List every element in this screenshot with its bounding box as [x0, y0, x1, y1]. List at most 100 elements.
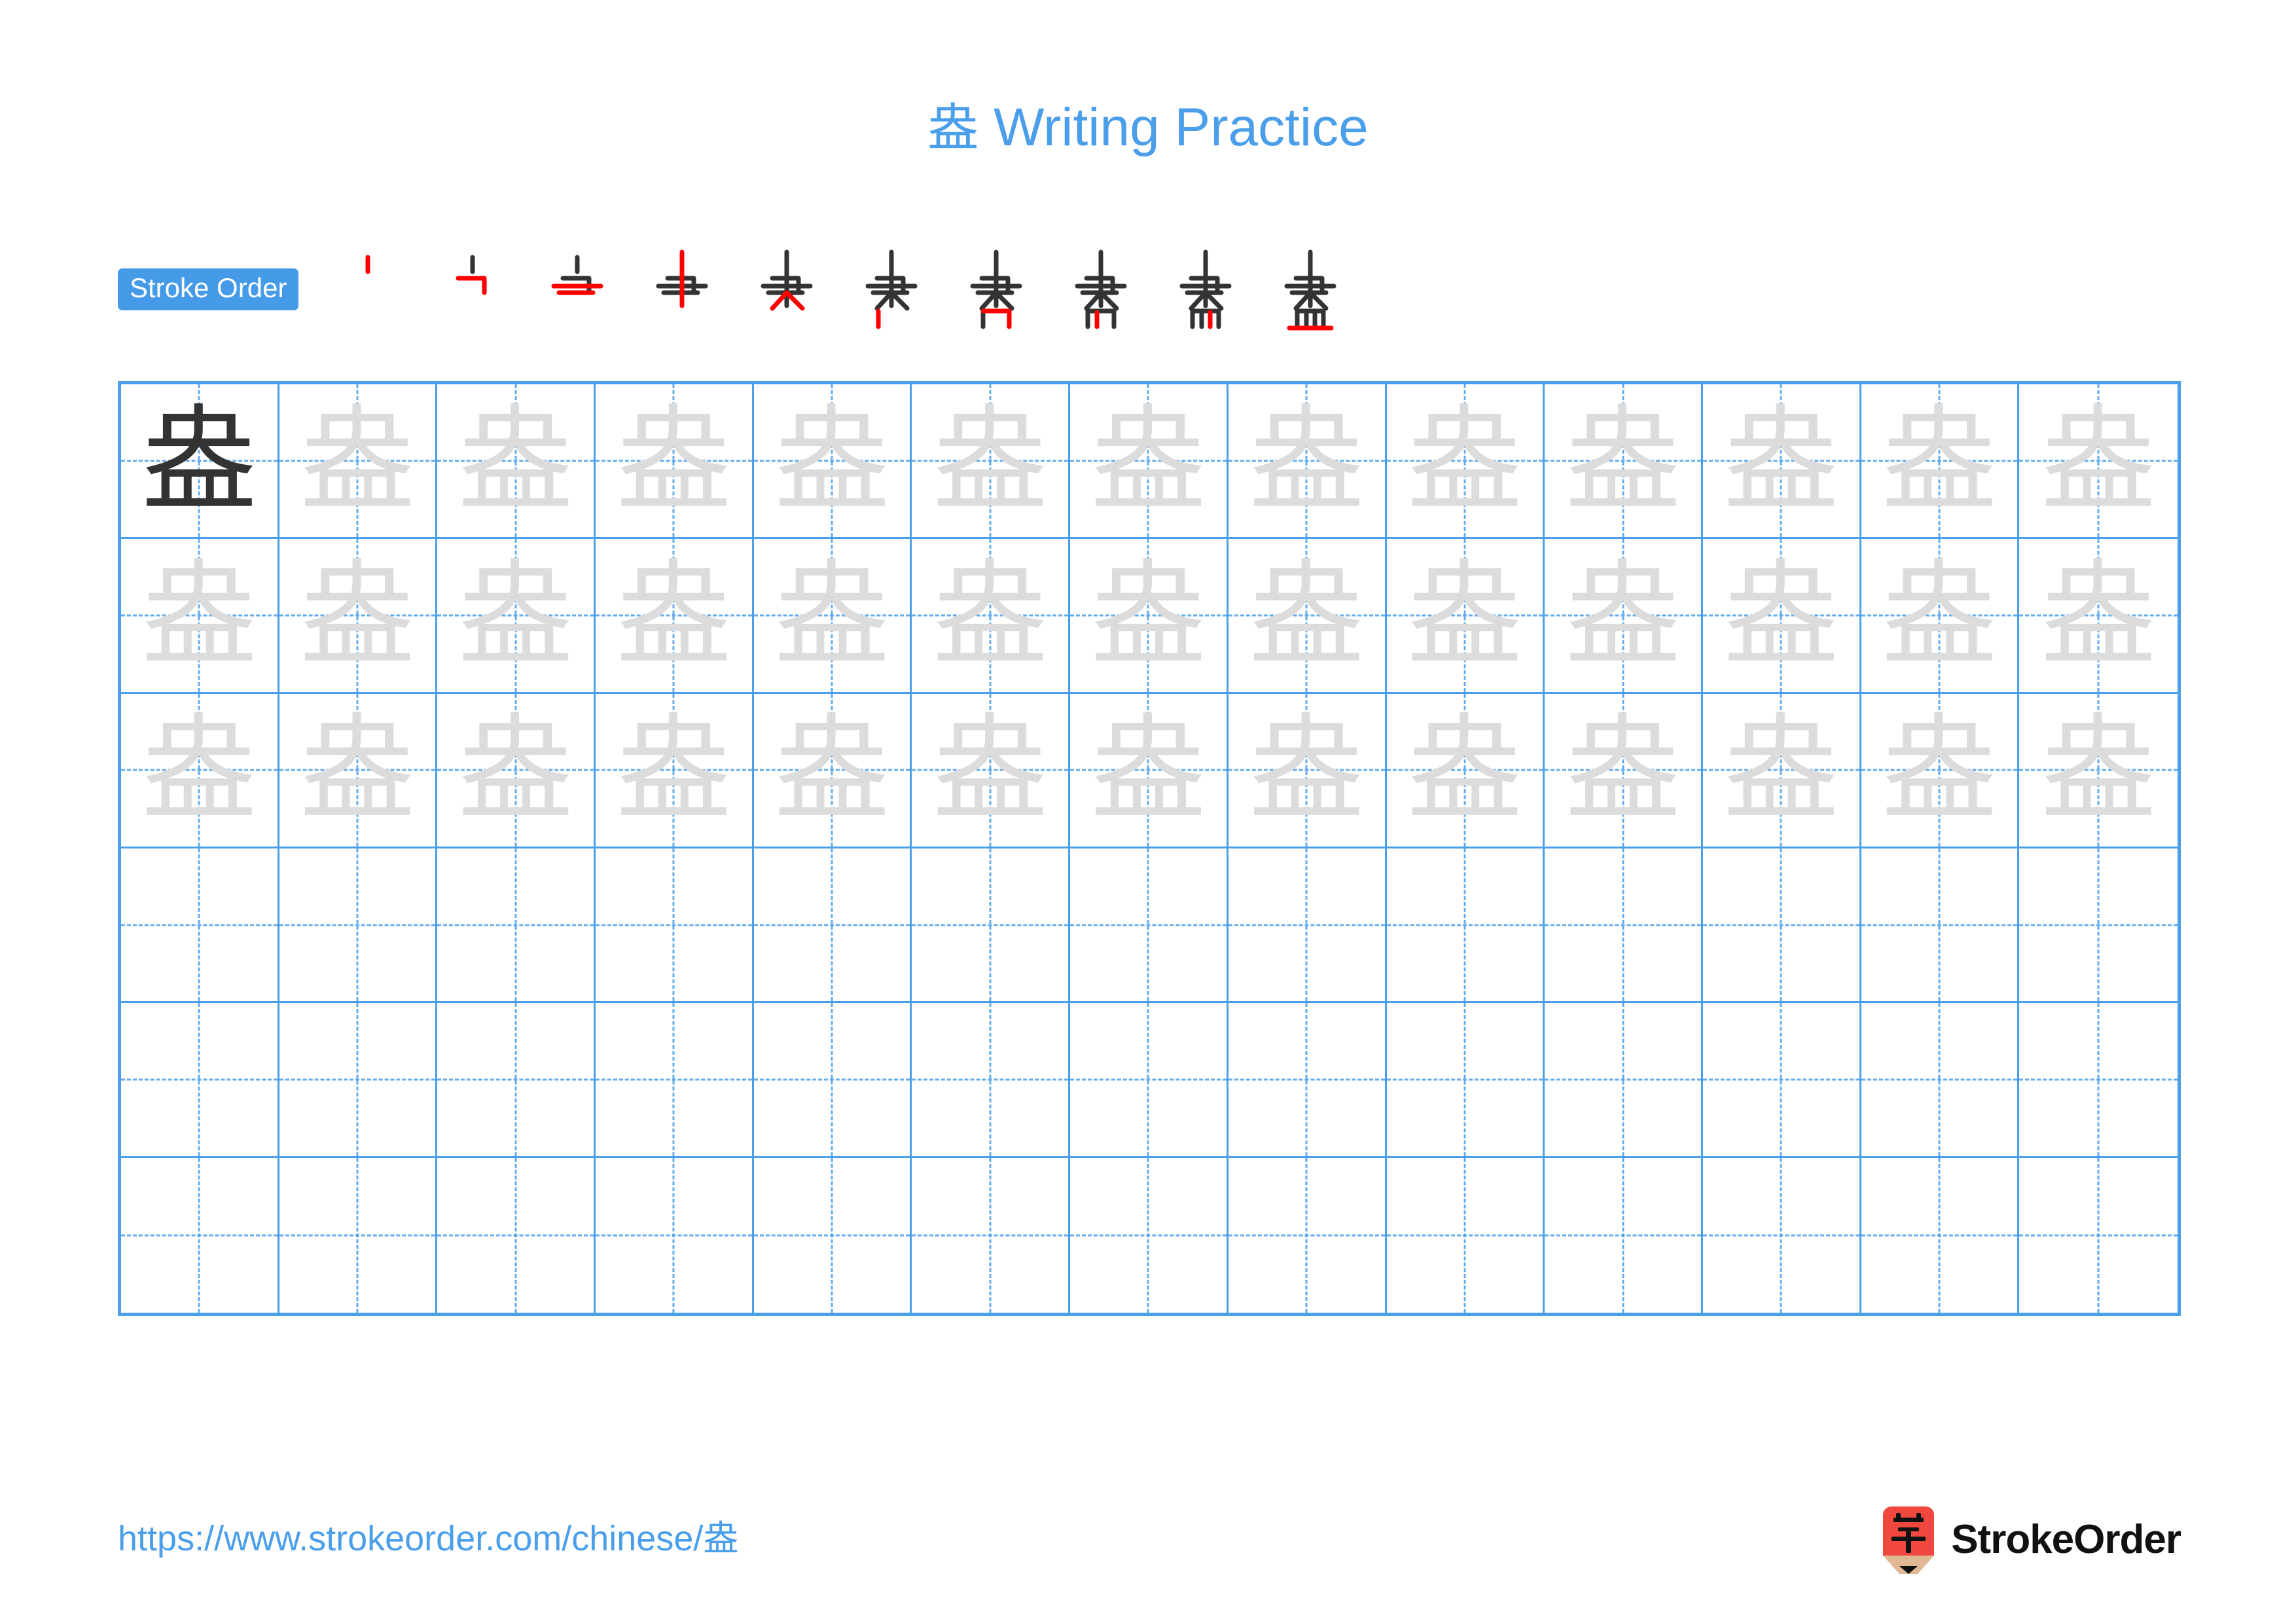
practice-cell-r2-c2[interactable]: 盎 — [279, 539, 438, 694]
trace-character: 盎 — [932, 547, 1048, 682]
practice-cell-r1-c9[interactable]: 盎 — [1386, 384, 1545, 539]
practice-cell-r6-c13[interactable] — [2019, 1158, 2178, 1313]
practice-cell-r2-c5[interactable]: 盎 — [753, 539, 912, 694]
practice-cell-r4-c6[interactable] — [912, 848, 1071, 1004]
trace-character: 盎 — [2041, 393, 2157, 528]
practice-cell-r1-c5[interactable]: 盎 — [753, 384, 912, 539]
practice-cell-r5-c6[interactable] — [912, 1003, 1071, 1158]
trace-character: 盎 — [1881, 393, 1997, 528]
practice-cell-r1-c3[interactable]: 盎 — [437, 384, 596, 539]
practice-cell-r5-c12[interactable] — [1861, 1003, 2020, 1158]
practice-cell-r2-c10[interactable]: 盎 — [1545, 539, 1703, 694]
practice-cell-r4-c1[interactable] — [121, 848, 279, 1004]
practice-cell-r3-c11[interactable]: 盎 — [1702, 693, 1861, 848]
practice-cell-r3-c5[interactable]: 盎 — [753, 693, 912, 848]
stroke-order-step-6 — [839, 243, 944, 341]
practice-cell-r5-c7[interactable] — [1070, 1003, 1229, 1158]
practice-cell-r1-c6[interactable]: 盎 — [912, 384, 1071, 539]
practice-cell-r5-c10[interactable] — [1545, 1003, 1703, 1158]
practice-cell-r2-c12[interactable]: 盎 — [1861, 539, 2020, 694]
trace-character: 盎 — [932, 393, 1048, 528]
practice-cell-r5-c11[interactable] — [1702, 1003, 1861, 1158]
practice-cell-r4-c12[interactable] — [1861, 848, 2020, 1004]
practice-cell-r2-c8[interactable]: 盎 — [1228, 539, 1387, 694]
practice-cell-r2-c7[interactable]: 盎 — [1070, 539, 1229, 694]
practice-cell-r4-c4[interactable] — [596, 848, 754, 1004]
practice-cell-r4-c5[interactable] — [753, 848, 912, 1004]
practice-cell-r6-c4[interactable] — [596, 1158, 754, 1313]
practice-cell-r5-c5[interactable] — [753, 1003, 912, 1158]
practice-cell-r5-c9[interactable] — [1386, 1003, 1545, 1158]
practice-cell-r2-c6[interactable]: 盎 — [912, 539, 1071, 694]
practice-cell-r4-c3[interactable] — [437, 848, 596, 1004]
stroke-order-step-3 — [525, 243, 630, 341]
trace-character: 盎 — [141, 702, 257, 837]
stroke-order-step-10 — [1258, 243, 1363, 341]
practice-cell-r2-c4[interactable]: 盎 — [596, 539, 754, 694]
stroke-order-step-8 — [1049, 243, 1153, 341]
model-character: 盎 — [141, 393, 257, 528]
practice-cell-r1-c2[interactable]: 盎 — [279, 384, 438, 539]
practice-cell-r4-c13[interactable] — [2019, 848, 2178, 1004]
practice-cell-r6-c9[interactable] — [1387, 1158, 1545, 1313]
practice-cell-r6-c6[interactable] — [912, 1158, 1071, 1313]
practice-cell-r5-c13[interactable] — [2019, 1003, 2178, 1158]
practice-cell-r4-c2[interactable] — [279, 848, 438, 1004]
practice-cell-r5-c4[interactable] — [596, 1003, 754, 1158]
practice-cell-r3-c8[interactable]: 盎 — [1228, 693, 1387, 848]
practice-cell-r2-c11[interactable]: 盎 — [1702, 539, 1861, 694]
practice-cell-r6-c10[interactable] — [1545, 1158, 1703, 1313]
practice-cell-r2-c3[interactable]: 盎 — [437, 539, 596, 694]
practice-cell-r3-c3[interactable]: 盎 — [437, 693, 596, 848]
footer-logo[interactable]: StrokeOrder — [1880, 1506, 2181, 1574]
practice-cell-r6-c11[interactable] — [1703, 1158, 1861, 1313]
practice-cell-r2-c1[interactable]: 盎 — [121, 539, 279, 694]
practice-cell-r4-c7[interactable] — [1070, 848, 1229, 1004]
practice-cell-r3-c7[interactable]: 盎 — [1070, 693, 1229, 848]
practice-cell-r1-c4[interactable]: 盎 — [596, 384, 754, 539]
practice-cell-r1-c8[interactable]: 盎 — [1228, 384, 1387, 539]
practice-cell-r4-c11[interactable] — [1702, 848, 1861, 1004]
practice-cell-r2-c13[interactable]: 盎 — [2019, 539, 2178, 694]
practice-cell-r6-c5[interactable] — [754, 1158, 912, 1313]
practice-cell-r2-c9[interactable]: 盎 — [1386, 539, 1545, 694]
practice-cell-r5-c3[interactable] — [437, 1003, 596, 1158]
practice-cell-r3-c13[interactable]: 盎 — [2019, 694, 2178, 848]
practice-cell-r1-c13[interactable]: 盎 — [2019, 384, 2178, 539]
practice-cell-r3-c12[interactable]: 盎 — [1861, 693, 2020, 848]
practice-cell-r4-c9[interactable] — [1386, 848, 1545, 1004]
page-title-text: Writing Practice — [978, 98, 1369, 157]
practice-cell-r1-c12[interactable]: 盎 — [1861, 384, 2020, 539]
practice-cell-r5-c8[interactable] — [1228, 1003, 1387, 1158]
practice-cell-r6-c3[interactable] — [437, 1158, 596, 1313]
practice-cell-r6-c8[interactable] — [1229, 1158, 1387, 1313]
trace-character: 盎 — [774, 702, 890, 837]
practice-cell-r3-c10[interactable]: 盎 — [1545, 693, 1703, 848]
practice-cell-r6-c12[interactable] — [1861, 1158, 2020, 1313]
stroke-order-step-2 — [420, 243, 525, 341]
practice-cell-r1-c7[interactable]: 盎 — [1070, 384, 1229, 539]
practice-cell-r3-c9[interactable]: 盎 — [1386, 693, 1545, 848]
trace-character: 盎 — [774, 547, 890, 682]
practice-cell-r5-c1[interactable] — [121, 1003, 279, 1158]
footer-url[interactable]: https://www.strokeorder.com/chinese/盎 — [118, 1518, 738, 1560]
practice-cell-r3-c1[interactable]: 盎 — [121, 693, 279, 848]
trace-character: 盎 — [1407, 547, 1522, 682]
practice-cell-r4-c10[interactable] — [1545, 848, 1703, 1004]
practice-cell-r6-c1[interactable] — [121, 1158, 279, 1313]
trace-character: 盎 — [457, 393, 573, 528]
practice-cell-r6-c2[interactable] — [279, 1158, 438, 1313]
practice-cell-r1-c10[interactable]: 盎 — [1545, 384, 1703, 539]
practice-cell-r3-c6[interactable]: 盎 — [912, 693, 1071, 848]
practice-cell-r5-c2[interactable] — [279, 1003, 438, 1158]
trace-character: 盎 — [300, 547, 416, 682]
trace-character: 盎 — [616, 547, 732, 682]
practice-cell-r3-c4[interactable]: 盎 — [596, 693, 754, 848]
practice-cell-r3-c2[interactable]: 盎 — [279, 693, 438, 848]
practice-cell-r4-c8[interactable] — [1228, 848, 1387, 1004]
practice-cell-r1-c1[interactable]: 盎 — [121, 384, 279, 539]
practice-cell-r1-c11[interactable]: 盎 — [1702, 384, 1861, 539]
trace-character: 盎 — [1565, 702, 1681, 837]
practice-cell-r6-c7[interactable] — [1070, 1158, 1229, 1313]
trace-character: 盎 — [300, 393, 416, 528]
